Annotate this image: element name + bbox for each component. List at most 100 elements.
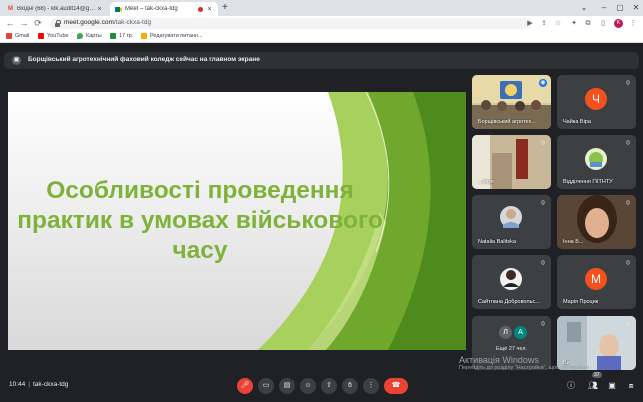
gmail-icon: M (8, 5, 13, 12)
bookmark-17[interactable]: 17 гр. (110, 33, 133, 39)
tab-meet[interactable]: Meet – tak-ckxa-tdg × (110, 2, 218, 16)
bookmark-label: 17 гр. (119, 33, 134, 39)
participant-tile[interactable]: ⦸ Natalia Balitska (472, 195, 551, 249)
youtube-icon (38, 33, 44, 39)
mic-off-icon: ⦸ (626, 260, 630, 266)
tab-gmail[interactable]: M Вхідні (68) - klk.audit14@gmail.c... × (2, 2, 108, 16)
avatar: М (585, 268, 607, 290)
participant-name: Сайтлана Добровольс... (478, 299, 540, 305)
avatar-stack: Л А (499, 326, 529, 340)
classroom-icon (110, 33, 116, 39)
participant-tile[interactable]: ⦸ Відділення ГКТНТУ (557, 135, 636, 189)
mic-off-icon: ⦸ (541, 321, 545, 327)
url-path: /tak-ckxa-tdg (113, 19, 152, 26)
share-icon[interactable]: ⇪ (539, 18, 549, 29)
participant-tile[interactable]: М ⦸ Марія Процик (557, 255, 636, 309)
bookmark-maps[interactable]: Карты (77, 33, 102, 39)
extensions-icon[interactable]: ✦ (569, 18, 579, 29)
extension-puzzle-icon[interactable]: ⧉ (583, 18, 593, 29)
participant-name: ...ичук (478, 179, 494, 185)
menu-dots-icon[interactable]: ⋮ (628, 18, 638, 29)
presenting-banner: ▣ Борщівський агротехнічний фаховий коле… (4, 52, 639, 69)
reactions-button[interactable]: ☺ (300, 378, 316, 394)
people-icon[interactable]: 👥︎ (586, 379, 600, 393)
more-count: Ещё 27 чел. (496, 346, 527, 352)
meeting-info: 10:44 | tak-ckxa-tdg (9, 381, 69, 388)
lock-icon (55, 20, 61, 27)
close-window-icon[interactable]: ✕ (626, 0, 643, 16)
tab-strip: M Вхідні (68) - klk.audit14@gmail.c... ×… (0, 0, 643, 16)
mic-off-icon: ⦸ (626, 140, 630, 146)
mic-off-icon: ⦸ (541, 140, 545, 146)
mic-off-icon: ⦸ (626, 200, 630, 206)
participant-count-badge: 37 (592, 372, 602, 378)
new-tab-icon[interactable]: + (222, 2, 228, 13)
leave-call-button[interactable]: ☎︎ (384, 378, 408, 394)
close-tab-icon[interactable]: × (96, 6, 103, 13)
shared-slide: Особливості проведення практик в умовах … (8, 92, 466, 350)
speaking-icon: ◉ (539, 79, 547, 87)
meeting-time: 10:44 (9, 381, 26, 388)
tab-title: Meet – tak-ckxa-tdg (125, 6, 178, 12)
bookmarks-bar: Gmail YouTube Карты 17 гр. Редагувати пи… (0, 31, 643, 43)
mic-off-icon: ⦸ (541, 200, 545, 206)
address-bar: ← → ⟳ meet.google.com/tak-ckxa-tdg ▶ ⇪ ☆… (0, 16, 643, 31)
raise-hand-button[interactable]: ✋︎ (342, 378, 358, 394)
participant-tile[interactable]: ⦸ ...ичук (472, 135, 551, 189)
presentation-icon: ▣ (12, 56, 21, 65)
activities-icon[interactable]: ⧈ (624, 379, 638, 393)
back-icon[interactable]: ← (4, 17, 16, 30)
meeting-code: tak-ckxa-tdg (32, 381, 69, 388)
participant-name: Марія Процик (563, 299, 599, 305)
meeting-controls-bar: 10:44 | tak-ckxa-tdg 🎤︎ ▭ ▤ ☺ ⇧ ✋︎ ⋮ ☎︎ ⓘ … (0, 372, 643, 402)
more-options-button[interactable]: ⋮ (363, 378, 379, 394)
mic-off-icon: ⦸ (626, 80, 630, 86)
meet-icon (115, 6, 122, 13)
bookmark-label: Карты (86, 33, 102, 39)
bookmark-forms[interactable]: Редагувати питанн... (141, 33, 203, 39)
avatar: Ч (585, 88, 607, 110)
slide-title: Особливості проведення практик в умовах … (17, 177, 383, 264)
profile-avatar[interactable]: K (614, 19, 623, 28)
url-input[interactable]: meet.google.com/tak-ckxa-tdg (50, 18, 532, 29)
mic-off-icon: ⦸ (541, 260, 545, 266)
watermark-title: Активація Windows (459, 355, 539, 365)
mic-toggle-button[interactable]: 🎤︎ (237, 378, 253, 394)
mic-off-icon: ⦸ (626, 321, 630, 327)
gmail-icon (6, 33, 12, 39)
participant-tile[interactable]: ◉ Борщівський агротех... (472, 75, 551, 129)
forms-icon (141, 33, 147, 39)
tab-title: Вхідні (68) - klk.audit14@gmail.c... (17, 6, 96, 12)
participant-name: Чайка Віра (563, 119, 591, 125)
bookmark-label: Редагувати питанн... (150, 33, 203, 39)
tab-search-icon[interactable]: ⌄ (574, 0, 594, 16)
close-tab-icon[interactable]: × (206, 6, 213, 13)
participant-name: Відділення ГКТНТУ (563, 179, 613, 185)
chat-icon[interactable]: ▣ (605, 379, 619, 393)
forward-icon[interactable]: → (18, 17, 30, 30)
bookmark-youtube[interactable]: YouTube (38, 33, 69, 39)
bookmark-gmail[interactable]: Gmail (6, 33, 29, 39)
bookmark-label: Gmail (15, 33, 30, 39)
reload-icon[interactable]: ⟳ (32, 17, 44, 30)
url-host: meet.google.com (64, 19, 114, 26)
presenting-text: Борщівський агротехнічний фаховий коледж… (28, 56, 260, 63)
participant-name: Natalia Balitska (478, 239, 516, 245)
present-button[interactable]: ⇧ (321, 378, 337, 394)
bookmark-label: YouTube (47, 33, 69, 39)
participant-name: Борщівський агротех... (478, 119, 536, 125)
captions-button[interactable]: ▤ (279, 378, 295, 394)
participant-tile[interactable]: ⦸ Сайтлана Добровольс... (472, 255, 551, 309)
bookmark-star-icon[interactable]: ☆ (553, 18, 563, 29)
participant-tile[interactable]: Ч ⦸ Чайка Віра (557, 75, 636, 129)
camera-toggle-button[interactable]: ▭ (258, 378, 274, 394)
avatar: Л (499, 326, 512, 339)
camera-indicator-icon[interactable]: ▶ (525, 18, 535, 29)
maps-icon (77, 33, 83, 39)
participant-name: Інна Б... (563, 239, 584, 245)
avatar: А (514, 326, 527, 339)
meeting-details-icon[interactable]: ⓘ (564, 379, 578, 393)
recording-icon (198, 6, 203, 12)
sidebar-icon[interactable]: ▯ (598, 18, 608, 29)
participant-tile[interactable]: ⦸ Інна Б... (557, 195, 636, 249)
